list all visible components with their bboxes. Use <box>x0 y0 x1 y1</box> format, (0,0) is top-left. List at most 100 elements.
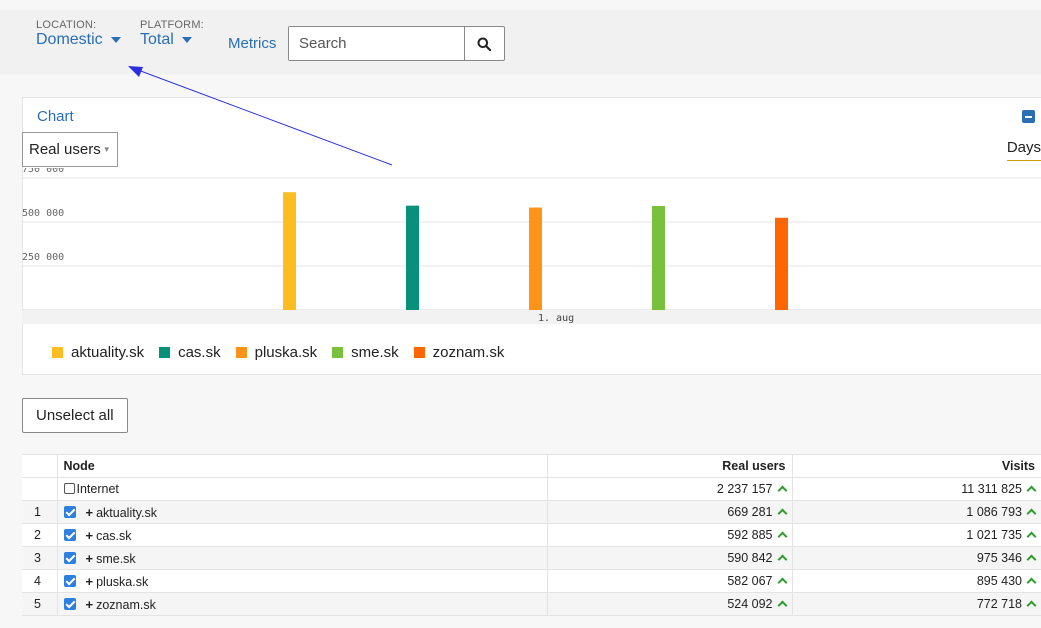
chevron-down-icon <box>110 36 121 43</box>
real-users-value: 524 092 <box>727 597 773 611</box>
expand-plus-icon[interactable]: + <box>86 597 94 612</box>
node-name[interactable]: sme.sk <box>96 552 136 566</box>
platform-label: PLATFORM: <box>140 19 204 31</box>
legend-swatch <box>52 347 63 358</box>
location-value: Domestic <box>36 31 103 48</box>
trend-up-icon <box>777 600 787 611</box>
header-node[interactable]: Node <box>56 454 547 478</box>
real-users-value: 592 885 <box>727 528 773 542</box>
node-cell: Internet <box>56 477 547 501</box>
visits-value: 975 346 <box>976 551 1022 565</box>
legend-item[interactable]: aktuality.sk <box>52 344 144 361</box>
trend-up-icon <box>777 485 787 496</box>
location-dropdown[interactable]: LOCATION: Domestic <box>36 20 121 48</box>
bar-cas-sk <box>406 205 419 310</box>
legend-label: cas.sk <box>178 344 221 361</box>
trend-up-icon <box>777 554 787 565</box>
search-input[interactable] <box>289 27 465 60</box>
legend-item[interactable]: pluska.sk <box>235 344 318 361</box>
expand-plus-icon[interactable]: + <box>86 505 94 520</box>
row-index: 5 <box>22 592 57 616</box>
legend-item[interactable]: cas.sk <box>159 344 221 361</box>
search-button[interactable] <box>464 27 504 60</box>
expand-plus-icon[interactable]: + <box>86 551 94 566</box>
real-users-value: 582 067 <box>727 574 773 588</box>
search-icon <box>477 37 491 51</box>
visits-cell: 772 718 <box>791 592 1041 616</box>
period-days-tab[interactable]: Days <box>1006 139 1041 161</box>
real-users-value: 590 842 <box>727 551 773 565</box>
visits-cell: 895 430 <box>791 569 1041 593</box>
trend-up-icon <box>777 577 787 588</box>
row-index: 2 <box>22 523 57 547</box>
node-name[interactable]: zoznam.sk <box>96 598 156 612</box>
trend-up-icon <box>1026 531 1037 542</box>
row-index: 3 <box>22 546 57 570</box>
real-users-value: 669 281 <box>727 505 773 519</box>
bar-zoznam-sk <box>775 217 788 310</box>
chart-legend: aktuality.sk cas.sk pluska.sk sme.sk zoznam.… <box>52 344 519 361</box>
header-index <box>22 454 57 478</box>
node-name[interactable]: aktuality.sk <box>96 506 157 520</box>
visits-cell: 1 021 735 <box>791 523 1041 547</box>
metrics-link[interactable]: Metrics <box>228 35 276 52</box>
legend-swatch <box>332 347 344 358</box>
platform-dropdown[interactable]: PLATFORM: Total <box>140 19 204 49</box>
legend-label: zoznam.sk <box>432 344 505 361</box>
unselect-all-button[interactable]: Unselect all <box>22 398 128 433</box>
node-name[interactable]: pluska.sk <box>96 575 148 589</box>
data-table: Node Real users Visits Internet 2 237 15… <box>22 454 1041 616</box>
legend-item[interactable]: zoznam.sk <box>413 344 505 361</box>
checkbox-checked[interactable] <box>63 528 76 541</box>
table-row: 1 + aktuality.sk 669 281 1 086 793 <box>22 500 1041 524</box>
trend-up-icon <box>1026 554 1037 565</box>
legend-item[interactable]: sme.sk <box>332 344 399 361</box>
checkbox-checked[interactable] <box>63 574 76 587</box>
node-name[interactable]: cas.sk <box>96 529 131 543</box>
legend-label: pluska.sk <box>254 344 318 361</box>
real-users-value: 2 237 157 <box>716 482 773 496</box>
row-index: 1 <box>22 500 57 524</box>
checkbox-checked[interactable] <box>63 505 76 518</box>
visits-cell: 11 311 825 <box>791 477 1041 501</box>
checkbox[interactable] <box>63 483 75 494</box>
trend-up-icon <box>1026 600 1037 611</box>
trend-up-icon <box>1026 485 1037 496</box>
bar-sme-sk <box>652 206 665 310</box>
chart-title[interactable]: Chart <box>37 108 74 125</box>
real-users-cell: 582 067 <box>546 569 792 593</box>
x-tick-label: 1. aug <box>538 313 574 324</box>
table-row-total: Internet 2 237 157 11 311 825 <box>22 477 1041 501</box>
search-box <box>288 26 505 61</box>
expand-plus-icon[interactable]: + <box>86 528 94 543</box>
table-row: 3 + sme.sk 590 842 975 346 <box>22 546 1041 570</box>
table-row: 4 + pluska.sk 582 067 895 430 <box>22 569 1041 593</box>
bar-aktuality-sk <box>283 192 296 310</box>
header-real-users[interactable]: Real users <box>546 454 792 478</box>
visits-value: 1 086 793 <box>966 505 1022 519</box>
header-visits[interactable]: Visits <box>791 454 1041 478</box>
x-axis-band <box>22 310 1041 324</box>
bar-pluska-sk <box>529 207 542 310</box>
real-users-cell: 2 237 157 <box>546 477 792 501</box>
legend-swatch <box>159 347 171 358</box>
metric-select[interactable]: Real users ▼ <box>22 132 118 167</box>
row-index <box>22 477 57 501</box>
checkbox-checked[interactable] <box>63 551 76 564</box>
chevron-down-icon: ▼ <box>102 145 111 154</box>
visits-value: 1 021 735 <box>966 528 1022 542</box>
chevron-down-icon <box>181 36 192 43</box>
node-cell: + zoznam.sk <box>56 592 547 616</box>
checkbox-checked[interactable] <box>63 597 76 610</box>
node-cell: + aktuality.sk <box>56 500 547 524</box>
visits-value: 772 718 <box>976 597 1022 611</box>
real-users-cell: 524 092 <box>546 592 792 616</box>
collapse-icon[interactable] <box>1022 110 1035 123</box>
expand-plus-icon[interactable]: + <box>86 574 94 589</box>
visits-value: 11 311 825 <box>961 482 1022 496</box>
node-name: Internet <box>76 482 119 496</box>
trend-up-icon <box>777 508 787 519</box>
y-tick-label: 750 000 <box>22 168 64 175</box>
trend-up-icon <box>777 531 787 542</box>
trend-up-icon <box>1026 508 1037 519</box>
